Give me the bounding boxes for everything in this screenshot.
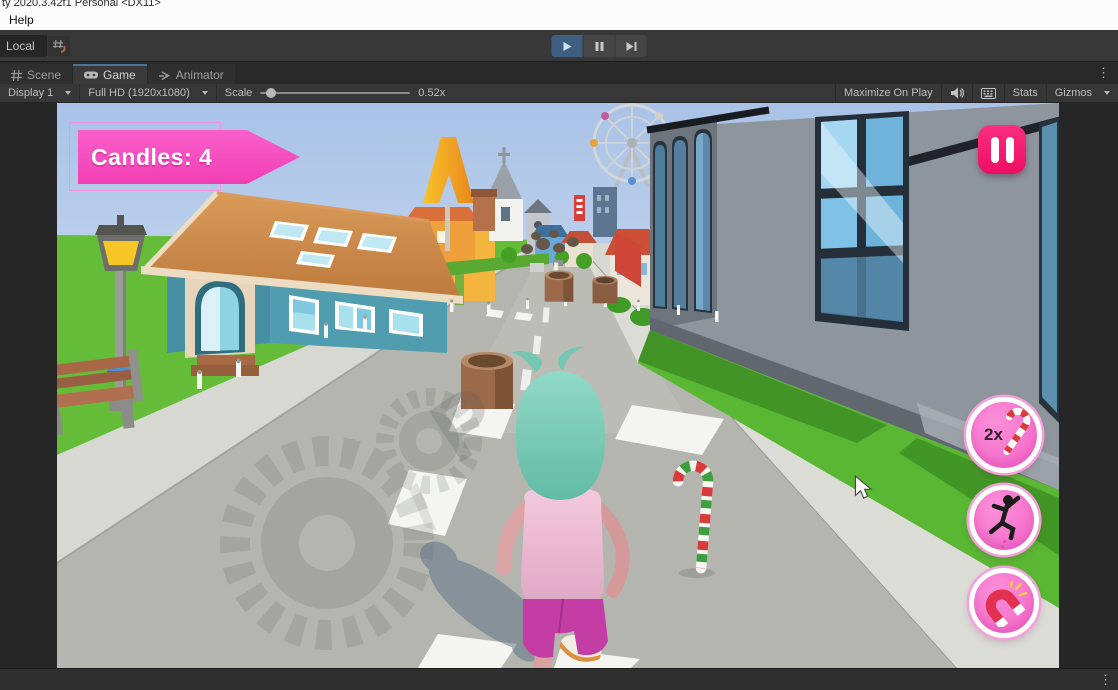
game-viewport-area: P	[0, 103, 1118, 668]
tab-overflow-menu[interactable]: ⋮	[1089, 65, 1118, 81]
pause-icon	[991, 137, 999, 163]
tab-scene-label: Scene	[27, 68, 61, 82]
maximize-on-play-button[interactable]: Maximize On Play	[835, 84, 941, 102]
powerup-double-candy-button[interactable]: 2x	[966, 397, 1042, 473]
view-tabs: Scene Game Animator ⋮	[0, 62, 1118, 84]
speaker-icon	[950, 87, 964, 99]
game-render-surface[interactable]: P	[57, 103, 1059, 668]
maximize-label: Maximize On Play	[844, 87, 933, 99]
powerup-magnet-button[interactable]	[969, 568, 1039, 638]
unity-editor-window: ty 2020.3.42f1 Personal <DX11> Help Loca…	[0, 0, 1118, 690]
step-icon	[625, 41, 637, 52]
grid-icon	[11, 70, 22, 81]
display-label: Display 1	[8, 87, 53, 99]
tab-game-label: Game	[103, 68, 136, 82]
game-pause-button[interactable]	[978, 125, 1026, 174]
jumping-person-icon	[985, 493, 1025, 549]
dropdown-caret-icon	[1104, 91, 1110, 95]
powerup-jump-button[interactable]	[969, 485, 1039, 555]
scale-label: Scale	[225, 87, 253, 99]
pause-button[interactable]	[584, 35, 615, 57]
candles-counter-label: Candles: 4	[78, 144, 212, 171]
window-title: ty 2020.3.42f1 Personal <DX11>	[0, 0, 1118, 9]
resolution-label: Full HD (1920x1080)	[88, 87, 190, 99]
menu-help[interactable]: Help	[2, 12, 41, 28]
scale-slider-handle[interactable]	[266, 88, 276, 98]
play-button[interactable]	[552, 35, 583, 57]
status-bar: ⋮	[0, 668, 1118, 690]
mute-audio-button[interactable]	[941, 84, 972, 102]
tab-scene[interactable]: Scene	[0, 64, 72, 84]
main-toolbar: Local	[0, 30, 1118, 62]
play-controls	[552, 35, 647, 57]
grid-snap-button[interactable]	[48, 36, 70, 56]
animator-arrow-icon	[159, 70, 171, 81]
display-dropdown[interactable]: Display 1	[0, 84, 80, 102]
dropdown-caret-icon	[202, 91, 208, 95]
grid-snap-icon	[52, 39, 67, 54]
gizmos-label: Gizmos	[1055, 87, 1092, 99]
pause-icon	[1006, 137, 1014, 163]
play-icon	[562, 41, 573, 52]
gamepad-icon	[84, 70, 98, 80]
banner-arrow-shape: Candles: 4	[78, 130, 300, 184]
mouse-cursor-arrow	[854, 475, 874, 500]
stats-label: Stats	[1013, 87, 1038, 99]
local-label: Local	[6, 39, 35, 53]
scale-slider[interactable]	[260, 92, 410, 94]
game-view-toolbar: Display 1 Full HD (1920x1080) Scale 0.52…	[0, 84, 1118, 103]
resolution-dropdown[interactable]: Full HD (1920x1080)	[80, 84, 217, 102]
step-button[interactable]	[616, 35, 647, 57]
candy-cane-icon	[997, 407, 1033, 457]
scale-control: Scale 0.52x	[217, 84, 453, 102]
gizmos-dropdown[interactable]: Gizmos	[1046, 84, 1118, 102]
keyboard-icon	[981, 88, 996, 99]
pivot-local-button[interactable]: Local	[0, 35, 47, 57]
titlebar: ty 2020.3.42f1 Personal <DX11>	[0, 0, 1118, 10]
menubar: Help	[0, 10, 1118, 30]
statusbar-overflow-menu[interactable]: ⋮	[1091, 672, 1118, 688]
dropdown-caret-icon	[65, 91, 71, 95]
stats-button[interactable]: Stats	[1004, 84, 1046, 102]
pause-icon	[594, 41, 604, 52]
candles-counter-banner: Candles: 4	[78, 130, 300, 184]
game-toolbar-right: Maximize On Play Sta	[835, 84, 1118, 102]
scale-value: 0.52x	[418, 87, 445, 99]
magnet-icon	[982, 581, 1028, 627]
tab-animator-label: Animator	[176, 68, 224, 82]
input-debug-button[interactable]	[972, 84, 1004, 102]
tab-animator[interactable]: Animator	[148, 64, 235, 84]
tab-game[interactable]: Game	[73, 64, 147, 84]
